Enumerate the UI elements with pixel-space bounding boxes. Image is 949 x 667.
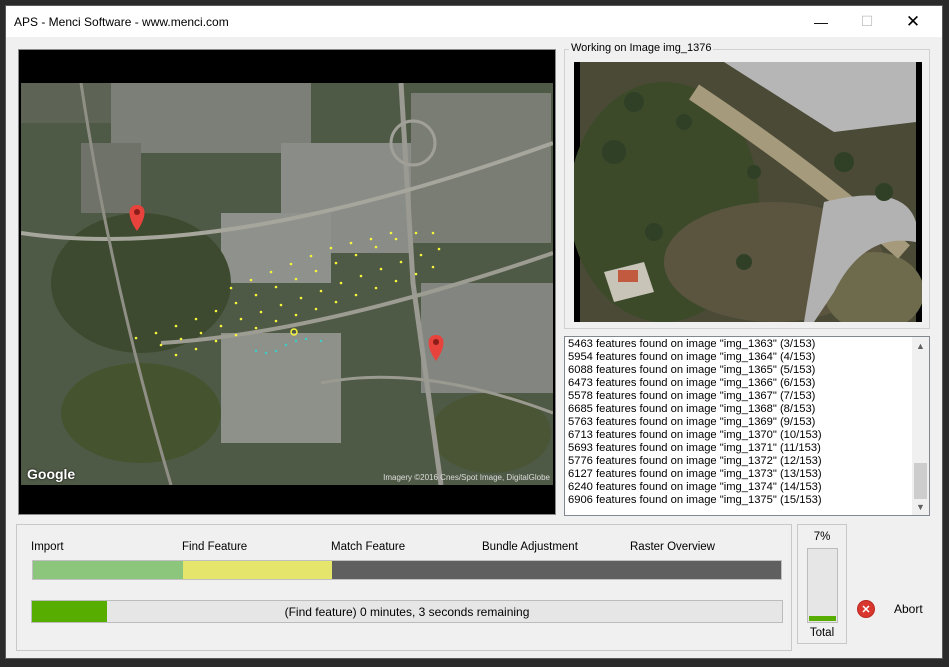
minimize-icon: —: [814, 13, 828, 30]
preview-label: Working on Image img_1376: [569, 42, 714, 54]
map-attribution: Imagery ©2016 Cnes/Spot Image, DigitalGl…: [383, 473, 550, 482]
title-bar[interactable]: APS - Menci Software - www.menci.com — ☐…: [6, 6, 942, 37]
google-logo: Google: [27, 466, 76, 482]
task-progress-text: (Find feature) 0 minutes, 3 seconds rema…: [284, 604, 530, 619]
log-line: 6240 features found on image "img_1374" …: [568, 481, 822, 493]
satellite-map[interactable]: Google Imagery ©2016 Cnes/Spot Image, Di…: [21, 83, 553, 485]
log-line: 5954 features found on image "img_1364" …: [568, 351, 816, 363]
log-line: 6127 features found on image "img_1373" …: [568, 468, 822, 480]
total-label: Total: [809, 627, 835, 639]
log-list[interactable]: 5463 features found on image "img_1363" …: [564, 336, 930, 516]
scroll-thumb[interactable]: [914, 463, 927, 499]
scroll-down-arrow-icon[interactable]: ▼: [912, 498, 929, 515]
log-line: 6473 features found on image "img_1366" …: [568, 377, 816, 389]
stage-progress-bar: [32, 560, 782, 580]
stage-segment-completed: [33, 561, 183, 579]
abort-label: Abort: [894, 602, 923, 616]
total-progress-bar: [807, 548, 838, 623]
maximize-button[interactable]: ☐: [844, 6, 890, 37]
map-imagery: [21, 83, 553, 485]
app-window: APS - Menci Software - www.menci.com — ☐…: [5, 5, 943, 659]
maximize-icon: ☐: [860, 13, 874, 29]
stage-label-bundle-adjustment: Bundle Adjustment: [482, 541, 578, 553]
log-lines: 5463 features found on image "img_1363" …: [568, 338, 908, 507]
log-line: 5776 features found on image "img_1372" …: [568, 455, 822, 467]
scroll-up-arrow-icon[interactable]: ▲: [912, 337, 929, 354]
log-line: 5763 features found on image "img_1369" …: [568, 416, 816, 428]
window-title: APS - Menci Software - www.menci.com: [14, 15, 229, 29]
close-icon: ✕: [905, 11, 921, 31]
minimize-button[interactable]: —: [798, 6, 844, 37]
preview-group: Working on Image img_1376: [564, 42, 930, 329]
abort-button[interactable]: ✕ Abort: [858, 598, 930, 620]
map-panel[interactable]: Google Imagery ©2016 Cnes/Spot Image, Di…: [18, 49, 556, 515]
stage-label-import: Import: [31, 541, 64, 553]
log-line: 6685 features found on image "img_1368" …: [568, 403, 816, 415]
close-button[interactable]: ✕: [890, 6, 936, 37]
drone-image-preview: [574, 62, 922, 322]
log-line: 6906 features found on image "img_1375" …: [568, 494, 822, 506]
task-progress-bar: (Find feature) 0 minutes, 3 seconds rema…: [31, 600, 783, 623]
stage-label-match-feature: Match Feature: [331, 541, 406, 553]
stage-label-find-feature: Find Feature: [182, 541, 248, 553]
log-line: 5578 features found on image "img_1367" …: [568, 390, 816, 402]
drone-image: [574, 62, 922, 322]
log-line: 6713 features found on image "img_1370" …: [568, 429, 822, 441]
total-percent: 7%: [813, 531, 831, 543]
log-scrollbar[interactable]: ▲ ▼: [912, 337, 929, 515]
abort-icon: ✕: [858, 601, 874, 617]
total-progress-fill: [809, 615, 836, 621]
stage-label-raster-overview: Raster Overview: [630, 541, 715, 553]
log-line: 6088 features found on image "img_1365" …: [568, 364, 816, 376]
log-line: 5463 features found on image "img_1363" …: [568, 338, 816, 350]
stage-segment-active: [182, 561, 333, 579]
log-line: 5693 features found on image "img_1371" …: [568, 442, 821, 454]
total-group: 7% Total: [797, 524, 847, 644]
progress-group: Import Find Feature Match Feature Bundle…: [16, 524, 792, 651]
